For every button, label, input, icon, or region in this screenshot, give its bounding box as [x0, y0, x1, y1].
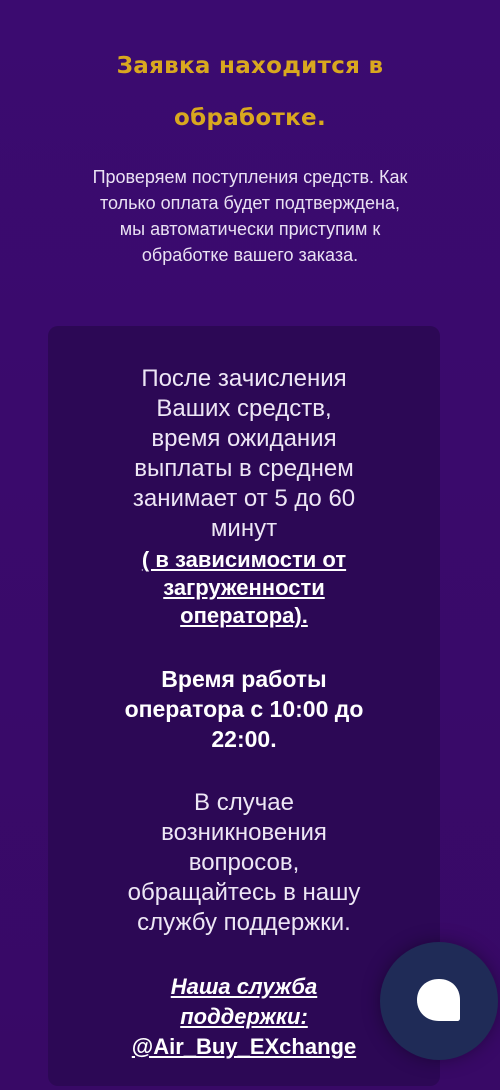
support-handle-link[interactable]: @Air_Buy_EXchange — [68, 1032, 420, 1062]
wait-time-line: Ваших средств, — [156, 395, 332, 422]
wait-time-text: После зачисления Ваших средств, время ож… — [68, 364, 420, 630]
page-title-line-1: Заявка находится в — [116, 53, 384, 79]
working-hours-line: Время работы — [161, 666, 327, 692]
questions-line: В случае — [194, 789, 294, 816]
chat-button[interactable] — [380, 942, 498, 1060]
questions-line: обращайтесь в нашу — [127, 879, 361, 906]
operator-load-link-line[interactable]: оператора). — [68, 602, 420, 630]
questions-line: службу поддержки. — [137, 909, 351, 936]
operator-load-link-line[interactable]: ( в зависимости от — [68, 546, 420, 574]
status-description-line-2: только оплата будет подтверждена, — [99, 193, 401, 213]
working-hours-line: 22:00. — [211, 726, 277, 752]
chat-bubble-icon — [417, 979, 460, 1021]
working-hours-line: оператора с 10:00 до — [124, 696, 364, 722]
info-card: После зачисления Ваших средств, время ож… — [48, 326, 440, 1086]
status-description: Проверяем поступления средств. Как тольк… — [40, 164, 460, 268]
status-description-line-1: Проверяем поступления средств. Как — [92, 167, 408, 187]
operator-load-link-line[interactable]: загруженности — [68, 574, 420, 602]
status-description-line-4: обработке вашего заказа. — [141, 245, 359, 265]
page-background: Заявка находится в обработке. Проверяем … — [0, 0, 500, 1090]
status-description-line-3: мы автоматически приступим к — [119, 219, 381, 239]
working-hours-text: Время работы оператора с 10:00 до 22:00. — [68, 664, 420, 754]
wait-time-line: После зачисления — [141, 365, 347, 392]
support-link-line[interactable]: Наша служба — [68, 972, 420, 1002]
wait-time-line: занимает от 5 до 60 — [132, 485, 356, 512]
support-link-line[interactable]: поддержки: — [68, 1002, 420, 1032]
questions-text: В случае возникновения вопросов, обращай… — [68, 788, 420, 938]
questions-line: возникновения — [161, 819, 327, 846]
page-title-line-2: обработке. — [174, 105, 326, 131]
wait-time-line: минут — [210, 515, 278, 542]
wait-time-line: время ожидания — [151, 425, 337, 452]
wait-time-line: выплаты в среднем — [134, 455, 354, 482]
info-card-content: После зачисления Ваших средств, время ож… — [68, 364, 420, 1062]
questions-line: вопросов, — [188, 849, 300, 876]
operator-load-link[interactable]: ( в зависимости от загруженности операто… — [68, 546, 420, 630]
page-title: Заявка находится в обработке. — [40, 40, 460, 144]
support-link[interactable]: Наша служба поддержки: @Air_Buy_EXchange — [68, 972, 420, 1062]
